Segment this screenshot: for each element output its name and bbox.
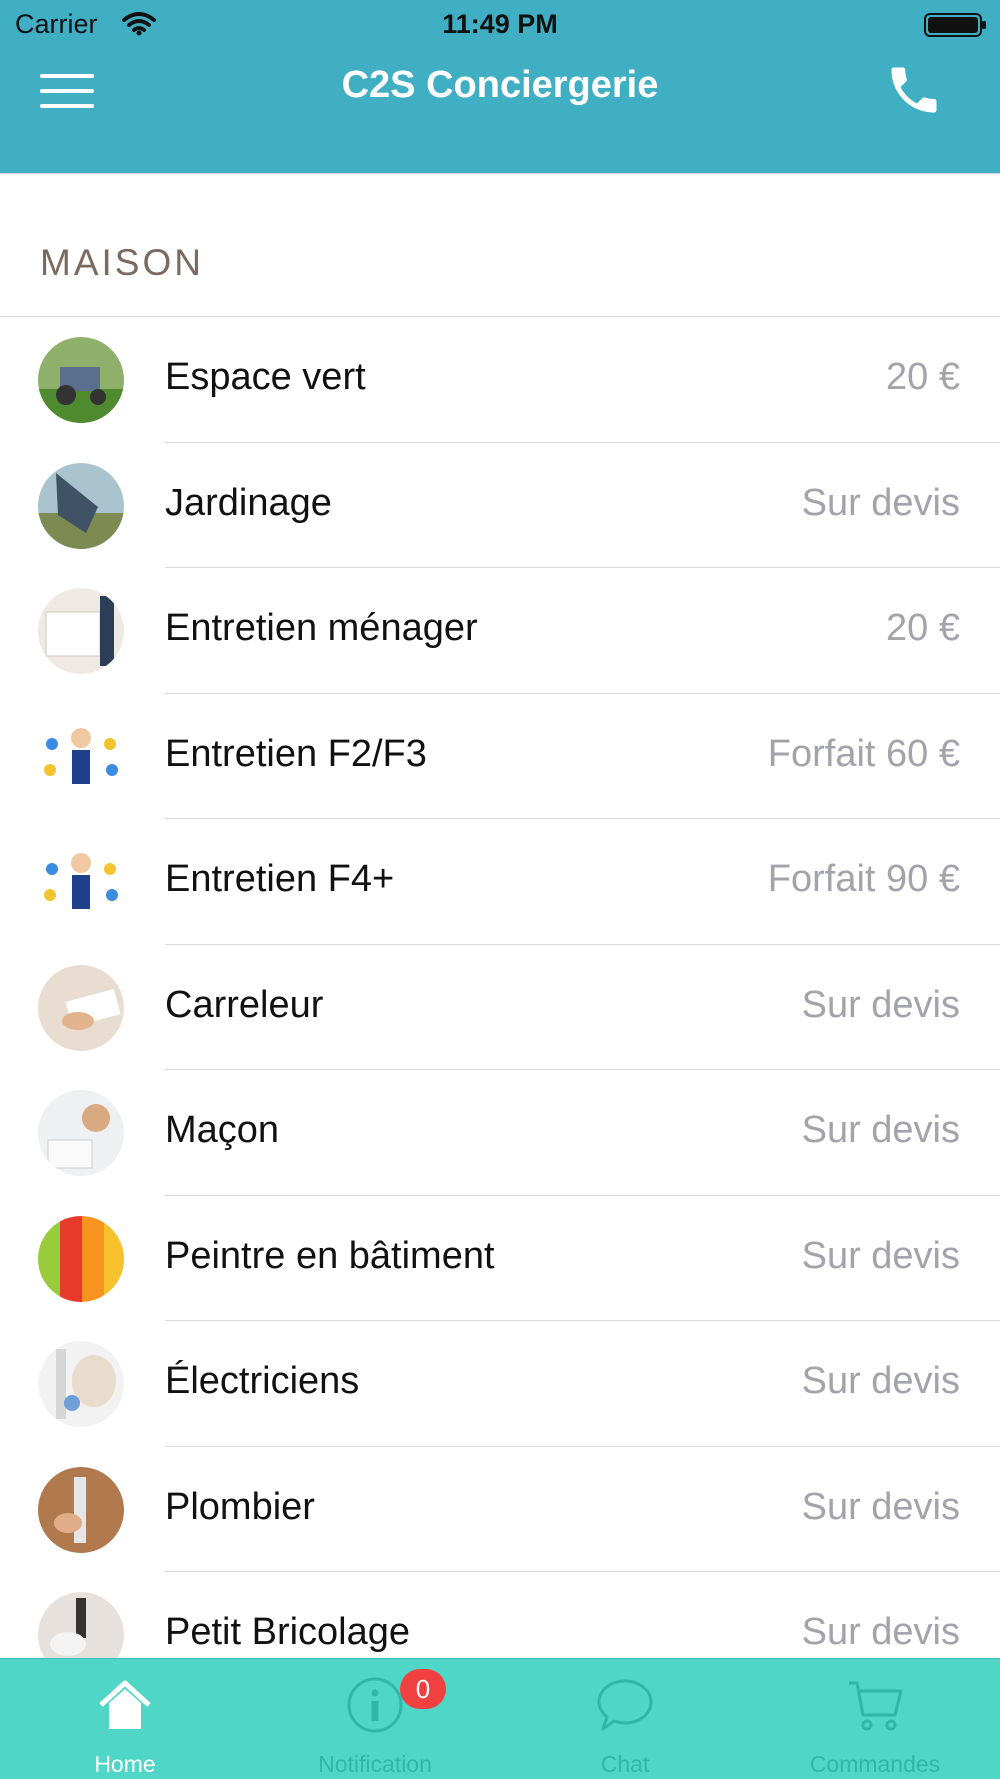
service-name: Peintre en bâtiment	[165, 1234, 495, 1277]
service-thumbnail	[38, 1090, 124, 1176]
service-row-espace-vert[interactable]: Espace vert 20 €	[0, 317, 1000, 443]
service-thumbnail	[38, 713, 124, 800]
service-row-entretien-f2-f3[interactable]: Entretien F2/F3 Forfait 60 €	[0, 694, 1000, 819]
service-name: Jardinage	[165, 481, 332, 524]
tab-chat[interactable]: Chat	[500, 1659, 750, 1779]
tab-bar: Home 0 Notification Chat Commandes	[0, 1658, 1000, 1779]
service-row-petit-bricolage[interactable]: Petit Bricolage Sur devis	[0, 1572, 1000, 1658]
service-name: Électriciens	[165, 1360, 360, 1402]
chat-bubble-icon	[597, 1679, 653, 1731]
service-name: Espace vert	[165, 356, 366, 398]
service-thumbnail	[38, 337, 124, 423]
service-price: Sur devis	[801, 1485, 960, 1528]
status-time: 11:49 PM	[442, 9, 558, 39]
service-row-plombier[interactable]: Plombier Sur devis	[0, 1447, 1000, 1572]
tab-chat-label: Chat	[600, 1751, 650, 1777]
service-row-entretien-f4[interactable]: Entretien F4+ Forfait 90 €	[0, 819, 1000, 945]
service-price: Forfait 90 €	[767, 858, 960, 900]
service-price: Sur devis	[801, 1360, 960, 1402]
service-thumbnail	[38, 588, 124, 674]
service-name: Entretien ménager	[165, 607, 478, 649]
service-price: Sur devis	[801, 1611, 960, 1653]
notification-badge: 0	[400, 1669, 446, 1709]
tab-notification-label: Notification	[318, 1751, 432, 1777]
section-title: MAISON	[40, 242, 204, 283]
tab-commandes[interactable]: Commandes	[750, 1659, 1000, 1779]
service-name: Entretien F4+	[165, 858, 395, 900]
info-icon	[347, 1677, 403, 1733]
service-row-carreleur[interactable]: Carreleur Sur devis	[0, 945, 1000, 1070]
service-price: Forfait 60 €	[767, 732, 960, 775]
page-title: C2S Conciergerie	[341, 64, 659, 106]
service-price: Sur devis	[801, 1109, 960, 1151]
service-row-electriciens[interactable]: Électriciens Sur devis	[0, 1321, 1000, 1447]
service-thumbnail	[38, 1592, 124, 1658]
service-thumbnail	[38, 839, 124, 925]
home-icon	[99, 1680, 151, 1729]
tab-home-label: Home	[94, 1751, 156, 1777]
status-bar: Carrier 11:49 PM	[0, 0, 1000, 50]
service-price: Sur devis	[801, 481, 960, 524]
service-row-jardinage[interactable]: Jardinage Sur devis	[0, 443, 1000, 568]
service-name: Plombier	[165, 1485, 315, 1528]
section-header: MAISON	[0, 174, 1000, 317]
service-thumbnail	[38, 1466, 124, 1553]
service-name: Entretien F2/F3	[165, 732, 427, 775]
service-list: Espace vert 20 € Jardinage Sur devis Ent…	[0, 317, 1000, 1658]
service-row-macon[interactable]: Maçon Sur devis	[0, 1070, 1000, 1196]
service-price: 20 €	[886, 607, 960, 649]
phone-icon	[891, 67, 937, 113]
app-header: Carrier 11:49 PM C2S Conciergerie	[0, 0, 1000, 174]
tab-notification[interactable]: 0 Notification	[250, 1659, 500, 1779]
service-thumbnail	[38, 1215, 124, 1302]
tab-commandes-label: Commandes	[809, 1751, 941, 1777]
service-price: Sur devis	[801, 983, 960, 1026]
service-thumbnail	[38, 462, 124, 549]
service-price: 20 €	[886, 356, 960, 398]
service-name: Maçon	[165, 1109, 280, 1151]
service-name: Petit Bricolage	[165, 1611, 411, 1653]
service-row-entretien-menager[interactable]: Entretien ménager 20 €	[0, 568, 1000, 694]
service-thumbnail	[38, 1341, 124, 1427]
cart-icon	[849, 1681, 903, 1731]
service-name: Carreleur	[165, 983, 324, 1026]
service-row-peintre-en-batiment[interactable]: Peintre en bâtiment Sur devis	[0, 1196, 1000, 1321]
tab-home[interactable]: Home	[0, 1659, 250, 1779]
service-thumbnail	[38, 964, 124, 1051]
service-price: Sur devis	[801, 1234, 960, 1277]
phone-button[interactable]	[884, 60, 944, 120]
battery-icon	[924, 12, 988, 43]
